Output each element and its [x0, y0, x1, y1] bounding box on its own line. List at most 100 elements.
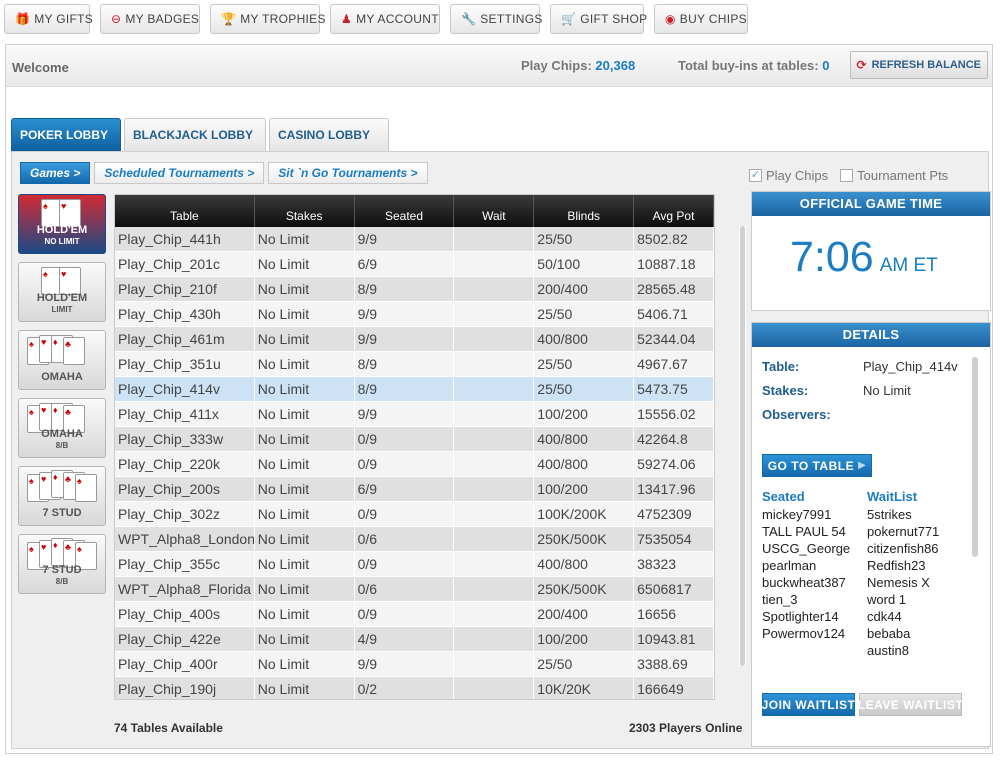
- table-row[interactable]: Play_Chip_220k No Limit 0/9 400/800 59274.06: [115, 452, 714, 477]
- table-row[interactable]: Play_Chip_302z No Limit 0/9 100K/200K 475230…: [115, 502, 714, 527]
- game-type-3[interactable]: ♠ ♥ ♦ ♣ OMAHA 8/B: [18, 398, 106, 458]
- table-row[interactable]: Play_Chip_422e No Limit 4/9 100/200 10943.81: [115, 627, 714, 652]
- table-row[interactable]: Play_Chip_201c No Limit 6/9 50/100 10887.18: [115, 252, 714, 277]
- card-icon: ♥: [59, 199, 81, 227]
- waitlist-player: Nemesis X: [867, 575, 930, 590]
- table-cell: No Limit: [255, 227, 355, 251]
- cart-icon: 🛒: [561, 12, 577, 26]
- game-type-1[interactable]: ♠ ♥ HOLD'EM LIMIT: [18, 262, 106, 322]
- table-cell: 42264.8: [634, 427, 714, 451]
- column-header[interactable]: Seated: [355, 195, 455, 227]
- table-cell: 400/800: [534, 552, 635, 576]
- table-cell: No Limit: [255, 527, 355, 551]
- table-row[interactable]: Play_Chip_400s No Limit 0/9 200/400 16656: [115, 602, 714, 627]
- table-row[interactable]: Play_Chip_400r No Limit 9/9 25/50 3388.69: [115, 652, 714, 677]
- tab-blackjack-lobby[interactable]: BLACKJACK LOBBY: [124, 118, 266, 151]
- table-cell: Play_Chip_441h: [115, 227, 255, 251]
- table-cell: 25/50: [534, 377, 635, 401]
- table-cell: 9/9: [355, 652, 455, 676]
- account-icon: ♟: [341, 12, 353, 26]
- column-header[interactable]: Table: [115, 195, 255, 227]
- game-type-4[interactable]: ♠ ♥ ♦ ♣ ♠ 7 STUD: [18, 466, 106, 526]
- table-cell: 25/50: [534, 352, 635, 376]
- table-cell: 4967.67: [634, 352, 714, 376]
- refresh-balance-button[interactable]: ⟳ REFRESH BALANCE: [849, 51, 988, 79]
- table-cell: No Limit: [255, 577, 355, 601]
- table-row[interactable]: Play_Chip_355c No Limit 0/9 400/800 38323: [115, 552, 714, 577]
- table-row[interactable]: Play_Chip_210f No Limit 8/9 200/400 28565.48: [115, 277, 714, 302]
- table-cell: 0/2: [355, 677, 455, 699]
- details-scrollbar[interactable]: [972, 357, 978, 557]
- table-row[interactable]: Play_Chip_414v No Limit 8/9 25/50 5473.75: [115, 377, 714, 402]
- table-cell: No Limit: [255, 602, 355, 626]
- waitlist-player: 5strikes: [867, 507, 912, 522]
- table-cell: 25/50: [534, 302, 635, 326]
- card-icon: ♠: [75, 474, 97, 502]
- waitlist-player: pokernut771: [867, 524, 940, 539]
- seated-player: TALL PAUL 54: [762, 524, 846, 539]
- details-header: DETAILS: [752, 323, 990, 347]
- table-row[interactable]: Play_Chip_200s No Limit 6/9 100/200 13417.96: [115, 477, 714, 502]
- table-cell: 59274.06: [634, 452, 714, 476]
- table-cell: 10K/20K: [534, 677, 635, 699]
- table-cell: [454, 427, 535, 451]
- top-navigation: 🎁 MY GIFTS ⊖ MY BADGES 🏆 MY TROPHIES ♟ MY AC…: [4, 4, 748, 34]
- table-cell: 6506817: [634, 577, 714, 601]
- game-subtabs: Games > Scheduled Tournaments > Sit `n G…: [20, 162, 428, 184]
- subtab-scheduled-tournaments[interactable]: Scheduled Tournaments >: [94, 162, 265, 184]
- table-row[interactable]: Play_Chip_190j No Limit 0/2 10K/20K 166649: [115, 677, 714, 699]
- table-row[interactable]: WPT_Alpha8_Florida No Limit 0/6 250K/500K 65…: [115, 577, 714, 602]
- game-type-label: HOLD'EM LIMIT: [36, 292, 88, 315]
- subtab-sit-n-go[interactable]: Sit `n Go Tournaments >: [268, 162, 428, 184]
- table-row[interactable]: Play_Chip_461m No Limit 9/9 400/800 52344.04: [115, 327, 714, 352]
- tournament-pts-filter[interactable]: Tournament Pts: [840, 168, 948, 183]
- column-header[interactable]: Blinds: [534, 195, 635, 227]
- table-cell: Play_Chip_210f: [115, 277, 255, 301]
- buy-chips-button[interactable]: ◉ BUY CHIPS: [654, 4, 748, 34]
- tournament-pts-checkbox[interactable]: [840, 169, 854, 182]
- game-type-2[interactable]: ♠ ♥ ♦ ♣ OMAHA: [18, 330, 106, 390]
- table-row[interactable]: Play_Chip_411x No Limit 9/9 100/200 15556.02: [115, 402, 714, 427]
- my-badges-button[interactable]: ⊖ MY BADGES: [100, 4, 200, 34]
- settings-button[interactable]: 🔧 SETTINGS: [450, 4, 542, 34]
- tab-poker-lobby[interactable]: POKER LOBBY: [11, 118, 121, 151]
- game-type-label: OMAHA 8/B: [41, 428, 83, 451]
- tables-scrollbar[interactable]: [739, 226, 746, 666]
- tables-scroll-thumb[interactable]: [740, 226, 745, 666]
- subtab-games[interactable]: Games >: [20, 162, 91, 184]
- table-cell: 400/800: [534, 327, 635, 351]
- table-row[interactable]: WPT_Alpha8_London No Limit 0/6 250K/500K 753…: [115, 527, 714, 552]
- column-header[interactable]: Wait: [454, 195, 535, 227]
- table-cell: Play_Chip_430h: [115, 302, 255, 326]
- table-cell: No Limit: [255, 277, 355, 301]
- table-cell: 16656: [634, 602, 714, 626]
- gift-shop-button[interactable]: 🛒 GIFT SHOP: [550, 4, 647, 34]
- my-gifts-button[interactable]: 🎁 MY GIFTS: [4, 4, 93, 34]
- play-chips-filter[interactable]: ✓ Play Chips: [749, 168, 828, 183]
- waitlist-header: WaitList: [867, 489, 918, 504]
- table-cell: No Limit: [255, 377, 355, 401]
- table-cell: Play_Chip_355c: [115, 552, 255, 576]
- table-row[interactable]: Play_Chip_351u No Limit 8/9 25/50 4967.67: [115, 352, 714, 377]
- table-cell: 25/50: [534, 652, 635, 676]
- table-row[interactable]: Play_Chip_333w No Limit 0/9 400/800 42264.8: [115, 427, 714, 452]
- game-type-5[interactable]: ♠ ♥ ♦ ♣ ♠ 7 STUD 8/B: [18, 534, 106, 594]
- table-row[interactable]: Play_Chip_430h No Limit 9/9 25/50 5406.71: [115, 302, 714, 327]
- tab-casino-lobby[interactable]: CASINO LOBBY: [269, 118, 389, 151]
- table-cell: Play_Chip_201c: [115, 252, 255, 276]
- welcome-bar: Welcome Play Chips: 20,368 Total buy-ins…: [6, 45, 992, 87]
- game-type-0[interactable]: ♠ ♥ HOLD'EM NO LIMIT: [18, 194, 106, 254]
- my-trophies-button[interactable]: 🏆 MY TROPHIES: [210, 4, 325, 34]
- column-header[interactable]: Stakes: [255, 195, 355, 227]
- column-header[interactable]: Avg Pot: [634, 195, 714, 227]
- game-time-clock: 7:06 AM ET: [790, 233, 938, 281]
- my-account-button[interactable]: ♟ MY ACCOUNT: [330, 4, 440, 34]
- go-to-table-button[interactable]: GO TO TABLE ▶: [762, 454, 872, 477]
- play-chips-checkbox[interactable]: ✓: [749, 169, 762, 182]
- table-cell: 250K/500K: [534, 527, 635, 551]
- table-cell: WPT_Alpha8_London: [115, 527, 255, 551]
- table-cell: Play_Chip_400r: [115, 652, 255, 676]
- join-waitlist-button[interactable]: JOIN WAITLIST: [762, 693, 855, 716]
- table-row[interactable]: Play_Chip_441h No Limit 9/9 25/50 8502.82: [115, 227, 714, 252]
- leave-waitlist-button[interactable]: LEAVE WAITLIST: [858, 693, 963, 716]
